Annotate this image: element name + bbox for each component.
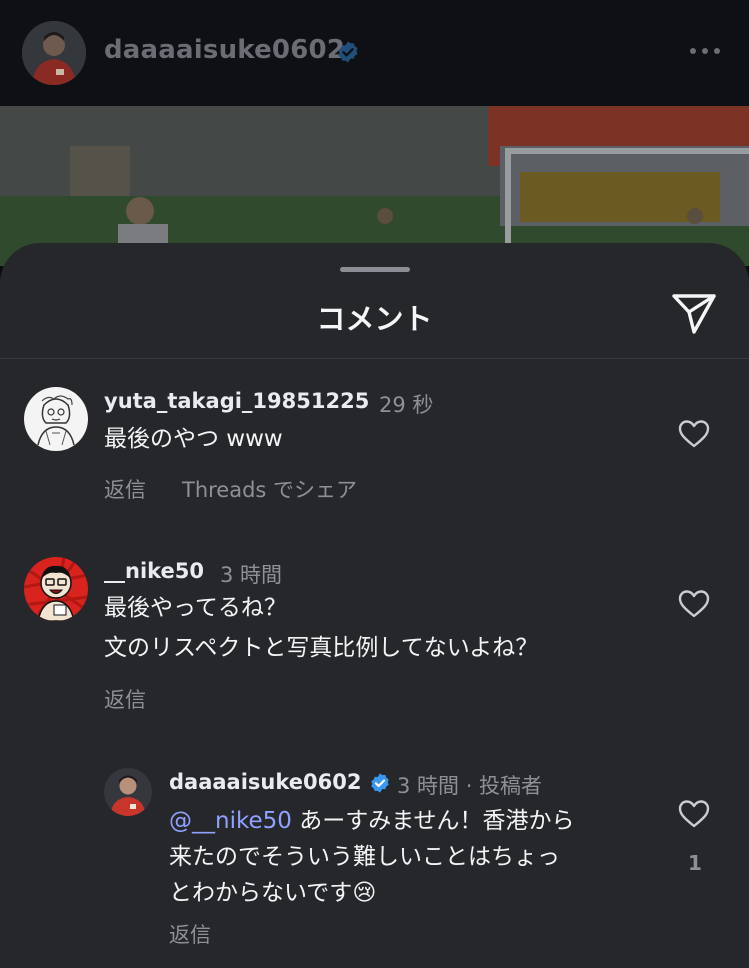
reply-text-line: とわからないです😢 xyxy=(169,880,377,906)
reply-meta: 3 時間 · 投稿者 xyxy=(397,774,543,798)
send-icon[interactable] xyxy=(670,292,718,336)
post-header: daaaaisuke0602 xyxy=(0,0,749,106)
reply-text-line: 来たのでそういう難しいことはちょっ xyxy=(169,844,560,870)
reply-button[interactable]: 返信 xyxy=(104,474,146,504)
comment-time: 3 時間 xyxy=(220,563,283,587)
heart-icon[interactable] xyxy=(678,799,710,829)
post-image xyxy=(0,106,749,266)
verified-badge-icon xyxy=(338,41,358,63)
comment-text: 最後のやつ www xyxy=(104,426,283,452)
author-avatar[interactable] xyxy=(104,768,152,816)
comment-time: 29 秒 xyxy=(379,393,434,417)
sheet-divider xyxy=(0,358,749,359)
comments-sheet: コメント yuta_takagi_19851225 29 秒 最後のやつ www… xyxy=(0,243,749,968)
comment-username[interactable]: yuta_takagi_19851225 xyxy=(104,389,369,413)
verified-badge-icon xyxy=(371,773,389,793)
sheet-drag-handle[interactable] xyxy=(340,267,410,272)
heart-icon[interactable] xyxy=(678,419,710,449)
more-horizontal-icon[interactable] xyxy=(688,46,722,56)
reply-button[interactable]: 返信 xyxy=(104,684,146,714)
cartoon-avatar-icon[interactable] xyxy=(24,557,88,621)
sketch-avatar-icon[interactable] xyxy=(24,387,88,451)
sheet-title: コメント xyxy=(316,302,433,336)
author-username[interactable]: daaaaisuke0602 xyxy=(104,35,345,65)
share-to-threads-button[interactable]: Threads でシェア xyxy=(182,474,357,504)
mention-link[interactable]: @__nike50 xyxy=(169,808,292,834)
like-count: 1 xyxy=(688,851,702,875)
crying-emoji-icon: 😢 xyxy=(352,880,377,906)
comment-text-line: 文のリスペクトと写真比例してないよね？ xyxy=(104,635,539,661)
author-avatar[interactable] xyxy=(22,21,86,85)
heart-icon[interactable] xyxy=(678,589,710,619)
reply-text-line: @__nike50 あーすみません！香港から xyxy=(169,808,575,834)
comment-username[interactable]: __nike50 xyxy=(104,559,204,583)
reply-username[interactable]: daaaaisuke0602 xyxy=(169,770,361,794)
comment-text-line: 最後やってるね？ xyxy=(104,595,287,621)
reply-button[interactable]: 返信 xyxy=(169,919,211,949)
